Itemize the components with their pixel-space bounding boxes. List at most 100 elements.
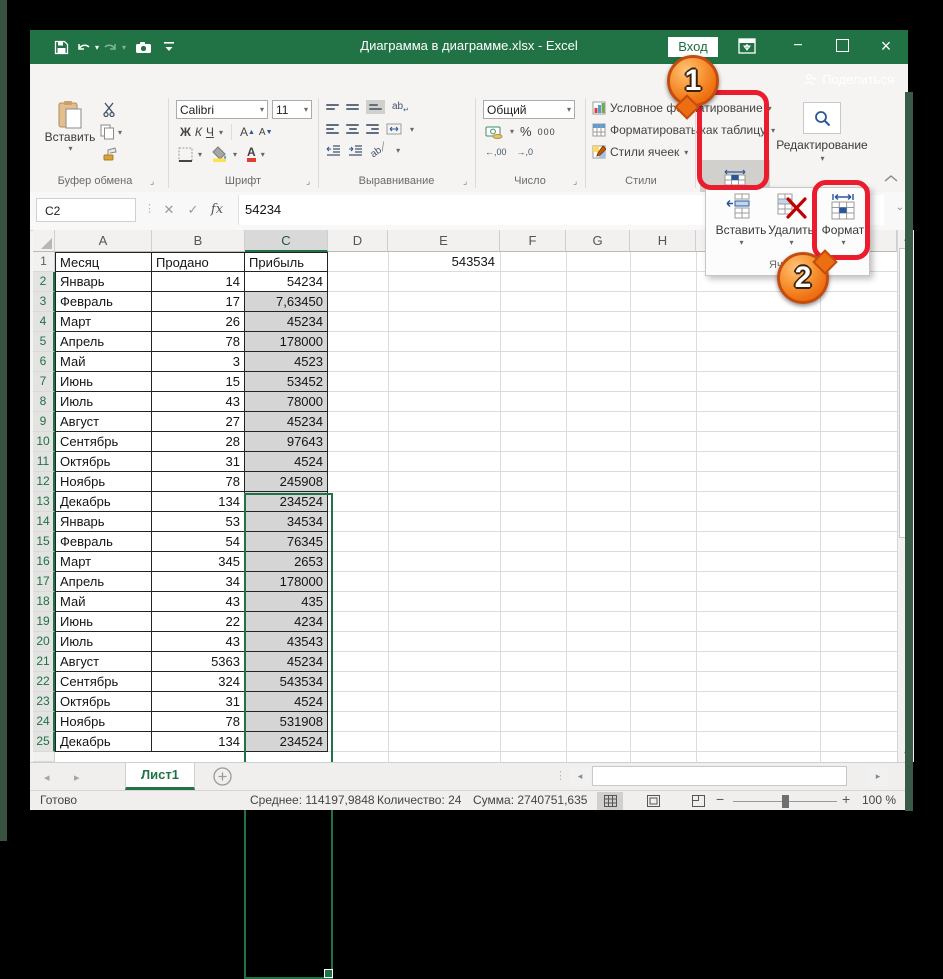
cell-A1[interactable]: Месяц (55, 252, 152, 272)
cell-C4[interactable]: 45234 (245, 312, 328, 332)
row-header-18[interactable]: 18 (33, 592, 55, 612)
row-header-14[interactable]: 14 (33, 512, 55, 532)
cell-B9[interactable]: 27 (152, 412, 245, 432)
cell-B20[interactable]: 43 (152, 632, 245, 652)
cell-B6[interactable]: 3 (152, 352, 245, 372)
ribbon-display-options-icon[interactable] (738, 38, 756, 59)
align-middle-icon[interactable] (346, 102, 359, 112)
align-top-icon[interactable] (326, 102, 339, 112)
copy-icon[interactable]: ▾ (100, 124, 122, 140)
font-color-icon[interactable]: А (247, 146, 256, 162)
cell-styles-button[interactable]: Стили ячеек (610, 145, 679, 159)
increase-indent-icon[interactable] (348, 144, 363, 156)
format-as-table-button[interactable]: Форматировать как таблицу (610, 123, 766, 137)
cell-B19[interactable]: 22 (152, 612, 245, 632)
font-name-select[interactable]: Calibri ▾ (176, 100, 268, 119)
cell-C25[interactable]: 234524 (245, 732, 328, 752)
accounting-format-icon[interactable] (485, 125, 503, 139)
column-header-H[interactable]: H (630, 230, 696, 252)
column-header-A[interactable]: A (55, 230, 152, 252)
cell-A17[interactable]: Апрель (55, 572, 152, 592)
cell-A12[interactable]: Ноябрь (55, 472, 152, 492)
cell-A10[interactable]: Сентябрь (55, 432, 152, 452)
normal-view-icon[interactable] (597, 792, 623, 810)
column-header-D[interactable]: D (328, 230, 388, 252)
cell-C24[interactable]: 531908 (245, 712, 328, 732)
close-button[interactable]: × (864, 30, 908, 64)
maximize-button[interactable] (820, 30, 864, 64)
row-header-25[interactable]: 25 (33, 732, 55, 752)
format-as-table-icon[interactable] (592, 123, 606, 137)
editing-group-button[interactable]: Редактирование ▾ (774, 102, 870, 163)
comma-style-button[interactable]: 000 (538, 127, 556, 137)
font-dialog-launcher[interactable]: ⌟ (306, 176, 310, 187)
wrap-text-icon[interactable]: ab↵ (392, 101, 409, 114)
row-header-5[interactable]: 5 (33, 332, 55, 352)
merge-center-icon[interactable] (386, 123, 402, 135)
cell-A20[interactable]: Июль (55, 632, 152, 652)
cell-A21[interactable]: Август (55, 652, 152, 672)
cell-C11[interactable]: 4524 (245, 452, 328, 472)
align-center-icon[interactable] (346, 122, 359, 136)
cell-C21[interactable]: 45234 (245, 652, 328, 672)
cell-C17[interactable]: 178000 (245, 572, 328, 592)
page-break-view-icon[interactable] (685, 792, 711, 810)
fill-handle[interactable] (324, 969, 333, 978)
number-format-select[interactable]: Общий ▾ (483, 100, 575, 119)
cell-grid[interactable]: 1 Месяц Продано Прибыль 2 Январь 14 54234 3 Февра… (33, 252, 897, 979)
cell-C13[interactable]: 234524 (245, 492, 328, 512)
cell-A24[interactable]: Ноябрь (55, 712, 152, 732)
bold-button[interactable]: Ж (180, 125, 191, 139)
sheet-nav-right-icon[interactable]: ▸ (74, 771, 80, 784)
page-layout-view-icon[interactable] (640, 792, 666, 810)
share-button[interactable]: Поделиться (803, 64, 894, 94)
cell-A22[interactable]: Сентябрь (55, 672, 152, 692)
new-sheet-icon[interactable] (213, 767, 232, 791)
cell-B4[interactable]: 26 (152, 312, 245, 332)
namebox-splitter[interactable]: ⋮ (144, 202, 155, 215)
cell-C14[interactable]: 34534 (245, 512, 328, 532)
row-header-12[interactable]: 12 (33, 472, 55, 492)
cell-C2[interactable]: 54234 (245, 272, 328, 292)
decrease-decimal-button[interactable]: →,0 (517, 147, 534, 157)
row-header-21[interactable]: 21 (33, 652, 55, 672)
format-cells-button[interactable]: Формат ▾ (818, 193, 868, 247)
cell-C9[interactable]: 45234 (245, 412, 328, 432)
insert-cells-button[interactable]: Вставить ▾ (716, 193, 766, 247)
underline-caret-icon[interactable]: ▾ (219, 128, 223, 137)
cell-styles-icon[interactable] (592, 145, 606, 159)
clipboard-dialog-launcher[interactable]: ⌟ (150, 176, 154, 187)
format-painter-icon[interactable] (102, 146, 118, 162)
cell-B16[interactable]: 345 (152, 552, 245, 572)
decrease-indent-icon[interactable] (326, 144, 341, 156)
hscroll-left-icon[interactable]: ◂ (570, 766, 590, 786)
row-header-23[interactable]: 23 (33, 692, 55, 712)
row-header-26[interactable] (33, 752, 55, 762)
cell-C10[interactable]: 97643 (245, 432, 328, 452)
column-header-F[interactable]: F (500, 230, 566, 252)
column-header-G[interactable]: G (566, 230, 630, 252)
cell-A5[interactable]: Апрель (55, 332, 152, 352)
delete-cells-button[interactable]: Удалить ▾ (766, 193, 816, 247)
cut-icon[interactable] (102, 102, 118, 117)
number-dialog-launcher[interactable]: ⌟ (573, 176, 577, 187)
cell-C22[interactable]: 543534 (245, 672, 328, 692)
cell-B7[interactable]: 15 (152, 372, 245, 392)
cell-C18[interactable]: 435 (245, 592, 328, 612)
sign-in-button[interactable]: Вход (668, 37, 718, 57)
cell-A7[interactable]: Июнь (55, 372, 152, 392)
cell-C16[interactable]: 2653 (245, 552, 328, 572)
cell-A11[interactable]: Октябрь (55, 452, 152, 472)
name-box[interactable]: C2 ▾ (36, 198, 136, 222)
cell-B8[interactable]: 43 (152, 392, 245, 412)
orientation-icon[interactable]: ab⟋ (368, 140, 389, 159)
cell-A4[interactable]: Март (55, 312, 152, 332)
row-header-22[interactable]: 22 (33, 672, 55, 692)
align-left-icon[interactable] (326, 122, 339, 136)
cell-A3[interactable]: Февраль (55, 292, 152, 312)
row-header-17[interactable]: 17 (33, 572, 55, 592)
zoom-out-icon[interactable]: − (716, 791, 724, 807)
cell-A8[interactable]: Июль (55, 392, 152, 412)
row-header-19[interactable]: 19 (33, 612, 55, 632)
cell-B17[interactable]: 34 (152, 572, 245, 592)
